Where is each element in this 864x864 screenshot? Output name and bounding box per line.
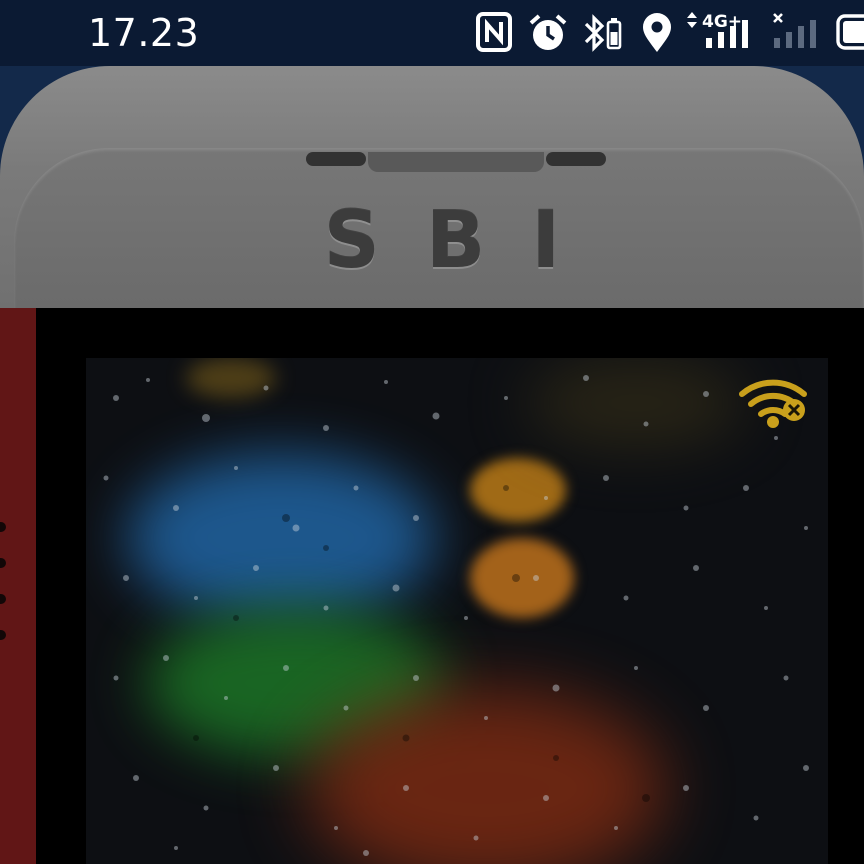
- wallpaper-image: [86, 358, 828, 864]
- speaker-left: [306, 152, 366, 166]
- side-strip: [0, 308, 36, 864]
- svg-text:4G+: 4G+: [702, 12, 742, 32]
- location-icon: [640, 12, 674, 59]
- nfc-icon: [476, 12, 512, 57]
- alarm-icon: [528, 12, 568, 59]
- device-brand-logo: SBI: [323, 196, 607, 286]
- wifi-off-icon: [738, 376, 812, 435]
- signal-no-sim-icon: [770, 10, 826, 57]
- speaker-bar: [368, 152, 544, 172]
- speaker-right: [546, 152, 606, 166]
- bluetooth-battery-icon: [582, 12, 624, 59]
- clock: 17.23: [88, 11, 200, 55]
- status-bar: 17.23 4G+: [0, 0, 864, 66]
- battery-icon: [836, 14, 864, 55]
- signal-4g-icon: 4G+: [686, 10, 760, 57]
